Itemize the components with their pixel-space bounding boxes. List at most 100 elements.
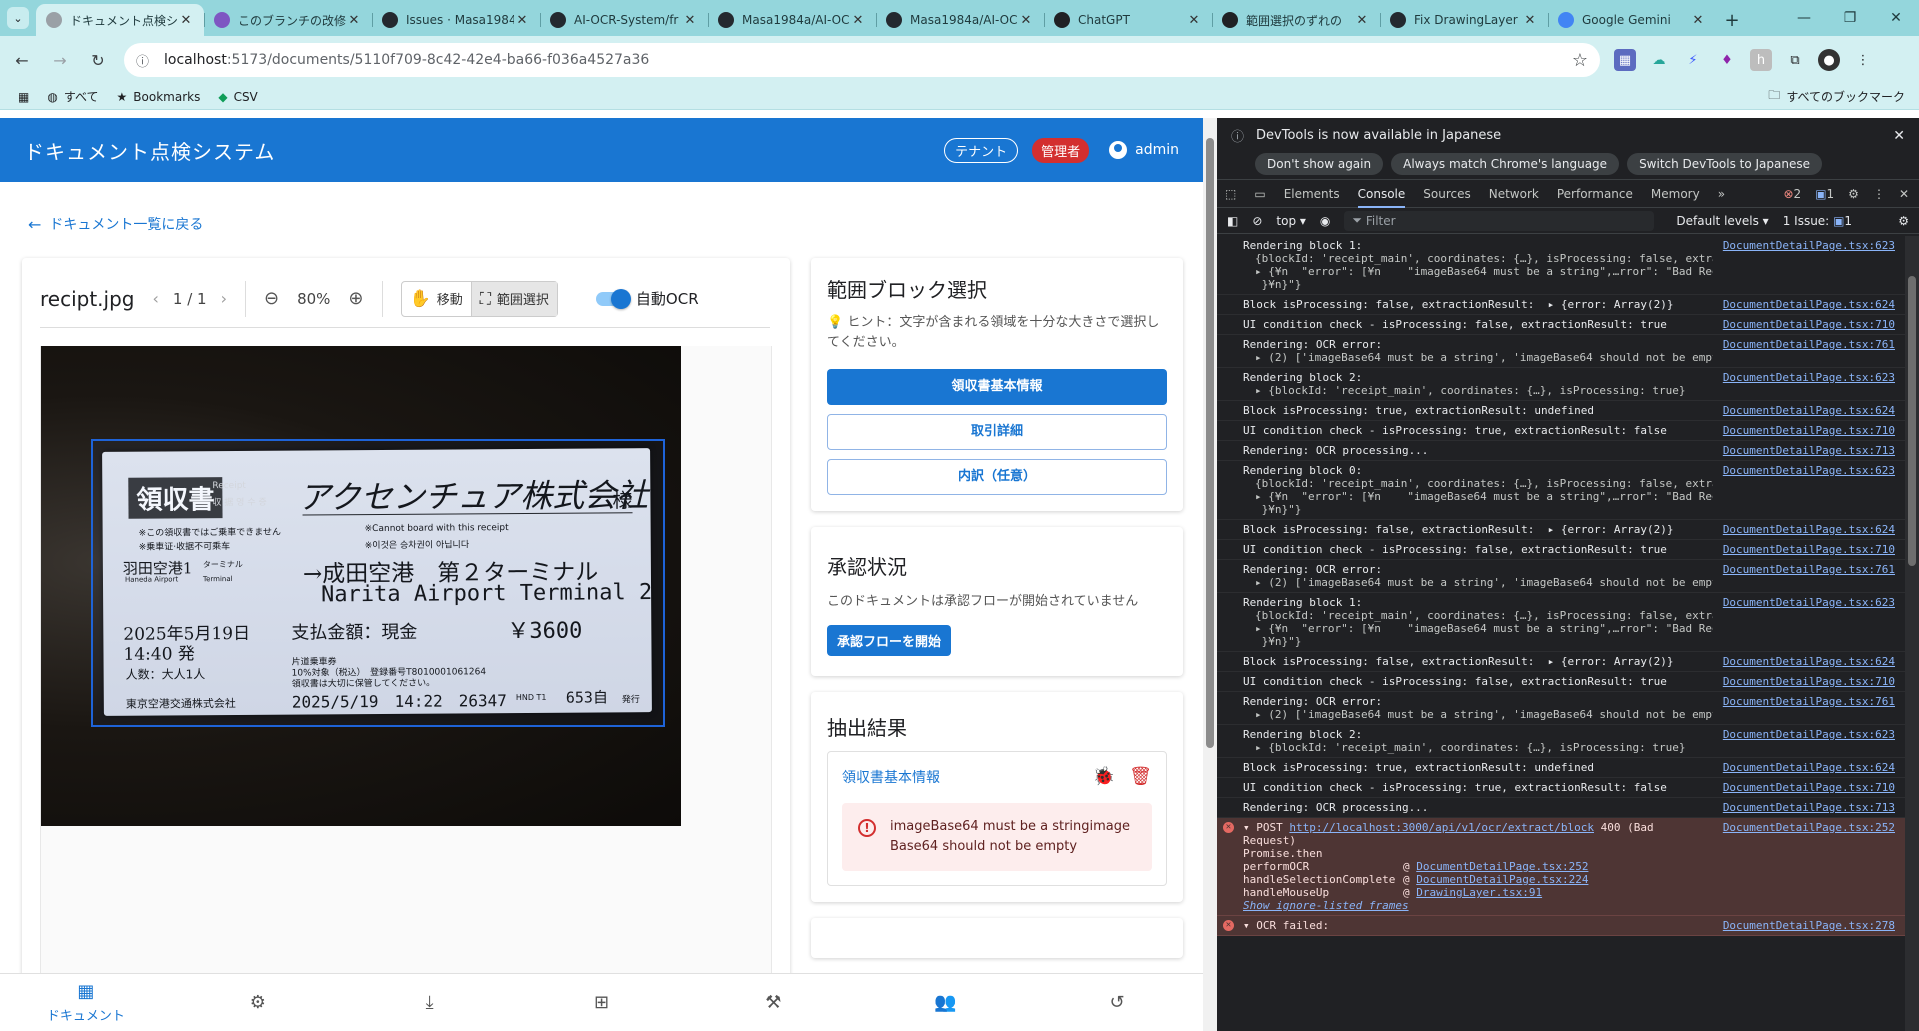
console-message[interactable]: Rendering block 2: ▸ {blockId: 'receipt_m… xyxy=(1217,725,1905,758)
close-tab-icon[interactable]: ✕ xyxy=(346,13,362,28)
error-counter[interactable]: ⊗2 xyxy=(1783,187,1801,201)
browser-tab[interactable]: ドキュメント点検シス✕ xyxy=(36,4,204,36)
request-url[interactable]: http://localhost:3000/api/v1/ocr/extract… xyxy=(1289,821,1594,834)
block-transaction-button[interactable]: 取引詳細 xyxy=(827,414,1167,450)
console-object-preview[interactable]: }¥n}"} xyxy=(1243,503,1713,516)
document-canvas[interactable]: 領収書 Receipt 収 据 영 수 증 アクセンチュア株式会社 様 ※この領… xyxy=(40,346,772,1031)
stack-location[interactable]: DocumentDetailPage.tsx:224 xyxy=(1416,873,1588,886)
console-message[interactable]: Rendering: OCR processing... DocumentDeta… xyxy=(1217,441,1905,461)
console-message[interactable]: Rendering: OCR error: ▸ (2) ['imageBase64… xyxy=(1217,335,1905,368)
close-tab-icon[interactable]: ✕ xyxy=(1354,13,1370,28)
close-tab-icon[interactable]: ✕ xyxy=(514,13,530,28)
browser-tab[interactable]: ChatGPT ✕ xyxy=(1044,4,1212,36)
bug-icon[interactable]: 🐞 xyxy=(1093,766,1115,787)
zoom-in-icon[interactable]: ⊕ xyxy=(348,288,363,309)
new-tab-button[interactable]: + xyxy=(1716,4,1748,36)
block-basic-info-button[interactable]: 領収書基本情報 xyxy=(827,369,1167,405)
console-message[interactable]: Rendering block 1: {blockId: 'receipt_mai… xyxy=(1217,236,1905,295)
browser-tab[interactable]: Masa1984a/AI-OC ✕ xyxy=(876,4,1044,36)
console-error-ocr[interactable]: ✕ ▾ OCR failed: DocumentDetailPage.tsx:278 xyxy=(1217,916,1905,936)
browser-tab[interactable]: Masa1984a/AI-OC ✕ xyxy=(708,4,876,36)
source-link[interactable]: DocumentDetailPage.tsx:623 xyxy=(1723,371,1895,397)
browser-tab[interactable]: Fix DrawingLayer ✕ xyxy=(1380,4,1548,36)
console-message[interactable]: UI condition check - isProcessing: true,… xyxy=(1217,778,1905,798)
browser-tab[interactable]: Google Gemini ✕ xyxy=(1548,4,1716,36)
delete-icon[interactable]: 🗑 xyxy=(1129,766,1152,787)
more-tabs-icon[interactable]: » xyxy=(1718,187,1725,201)
result-block-label[interactable]: 領収書基本情報 xyxy=(842,767,940,787)
console-object-preview[interactable]: ▸ {blockId: 'receipt_main', coordinates:… xyxy=(1243,384,1713,397)
console-message[interactable]: UI condition check - isProcessing: true,… xyxy=(1217,421,1905,441)
start-approval-button[interactable]: 承認フローを開始 xyxy=(827,625,952,656)
block-breakdown-button[interactable]: 内訳（任意） xyxy=(827,459,1167,495)
nav-documents[interactable]: ▦ ドキュメント xyxy=(0,974,172,1031)
close-tab-icon[interactable]: ✕ xyxy=(1018,13,1034,28)
close-tab-icon[interactable]: ✕ xyxy=(682,13,698,28)
bookmark-all[interactable]: ◍ すべて xyxy=(47,88,98,105)
console-object-preview[interactable]: ▸ {¥n "error": [¥n "imageBase64 must be … xyxy=(1243,265,1713,278)
extension-icon[interactable]: ☁ xyxy=(1648,49,1670,71)
console-object-preview[interactable]: ▸ (2) ['imageBase64 must be a string', '… xyxy=(1243,576,1713,589)
source-link[interactable]: DocumentDetailPage.tsx:278 xyxy=(1723,919,1895,932)
console-object-preview[interactable]: ▸ {¥n "error": [¥n "imageBase64 must be … xyxy=(1243,622,1713,635)
console-object-preview[interactable]: {blockId: 'receipt_main', coordinates: {… xyxy=(1243,477,1713,490)
tab-search-button[interactable]: ⌄ xyxy=(0,0,36,36)
clear-console-icon[interactable]: ⊘ xyxy=(1252,214,1262,228)
console-object-preview[interactable]: ▸ {¥n "error": [¥n "imageBase64 must be … xyxy=(1243,490,1713,503)
browser-tab[interactable]: このブランチの改修で✕ xyxy=(204,4,372,36)
tab-performance[interactable]: Performance xyxy=(1557,187,1633,201)
bookmark-star-icon[interactable]: ☆ xyxy=(1572,50,1588,71)
device-toolbar-icon[interactable]: ▭ xyxy=(1254,187,1265,201)
console-message[interactable]: Rendering: OCR error: ▸ (2) ['imageBase64… xyxy=(1217,560,1905,593)
console-message[interactable]: UI condition check - isProcessing: false… xyxy=(1217,540,1905,560)
tab-memory[interactable]: Memory xyxy=(1651,187,1700,201)
tab-sources[interactable]: Sources xyxy=(1423,187,1470,201)
settings-icon[interactable]: ⚙ xyxy=(1848,187,1859,201)
nav-tools[interactable]: ⚒ xyxy=(687,974,859,1031)
source-link[interactable]: DocumentDetailPage.tsx:623 xyxy=(1723,239,1895,291)
minimize-icon[interactable]: — xyxy=(1781,10,1827,26)
profile-avatar[interactable]: ● xyxy=(1818,49,1840,71)
source-link[interactable]: DocumentDetailPage.tsx:710 xyxy=(1723,318,1895,331)
source-link[interactable]: DocumentDetailPage.tsx:761 xyxy=(1723,695,1895,721)
source-link[interactable]: DocumentDetailPage.tsx:624 xyxy=(1723,655,1895,668)
auto-ocr-switch[interactable] xyxy=(595,288,631,309)
console-object-preview[interactable]: ▸ (2) ['imageBase64 must be a string', '… xyxy=(1243,708,1713,721)
bookmark-csv[interactable]: ◆ CSV xyxy=(218,90,257,104)
source-link[interactable]: DocumentDetailPage.tsx:710 xyxy=(1723,781,1895,794)
message-counter[interactable]: ▣1 xyxy=(1815,187,1834,201)
browser-tab[interactable]: 範囲選択のずれの ✕ xyxy=(1212,4,1380,36)
console-message[interactable]: Block isProcessing: false, extractionRes… xyxy=(1217,520,1905,540)
console-object-preview[interactable]: ▸ {blockId: 'receipt_main', coordinates:… xyxy=(1243,741,1713,754)
console-object-preview[interactable]: }¥n}"} xyxy=(1243,635,1713,648)
console-message[interactable]: UI condition check - isProcessing: false… xyxy=(1217,315,1905,335)
console-object-preview[interactable]: }¥n}"} xyxy=(1243,278,1713,291)
console-object-preview[interactable]: {blockId: 'receipt_main', coordinates: {… xyxy=(1243,609,1713,622)
source-link[interactable]: DocumentDetailPage.tsx:710 xyxy=(1723,675,1895,688)
back-icon[interactable]: ← xyxy=(6,44,38,76)
nav-settings[interactable]: ⚙ xyxy=(172,974,344,1031)
move-mode-button[interactable]: ✋ 移動 xyxy=(402,282,471,316)
tenant-chip[interactable]: テナント xyxy=(944,137,1019,163)
source-link[interactable]: DocumentDetailPage.tsx:624 xyxy=(1723,761,1895,774)
source-link[interactable]: DocumentDetailPage.tsx:624 xyxy=(1723,523,1895,536)
source-link[interactable]: DocumentDetailPage.tsx:713 xyxy=(1723,444,1895,457)
apps-icon[interactable]: ▦ xyxy=(18,90,29,104)
console-object-preview[interactable]: ▸ (2) ['imageBase64 must be a string', '… xyxy=(1243,351,1713,364)
console-message[interactable]: Rendering: OCR error: ▸ (2) ['imageBase64… xyxy=(1217,692,1905,725)
inspect-icon[interactable]: ⬚ xyxy=(1225,187,1236,201)
close-icon[interactable]: ✕ xyxy=(1873,10,1919,26)
filter-input[interactable]: ⏷ Filter xyxy=(1344,210,1655,231)
console-message[interactable]: Rendering: OCR processing... DocumentDeta… xyxy=(1217,798,1905,818)
console-message[interactable]: Rendering block 2: ▸ {blockId: 'receipt_m… xyxy=(1217,368,1905,401)
nav-download[interactable]: ⤓ xyxy=(344,974,516,1031)
close-tab-icon[interactable]: ✕ xyxy=(1690,13,1706,28)
reload-icon[interactable]: ↻ xyxy=(82,44,114,76)
source-link[interactable]: DocumentDetailPage.tsx:252 xyxy=(1723,821,1895,912)
scrollbar-thumb[interactable] xyxy=(1206,138,1214,748)
source-link[interactable]: DocumentDetailPage.tsx:623 xyxy=(1723,464,1895,516)
console-settings-icon[interactable]: ⚙ xyxy=(1898,214,1909,228)
source-link[interactable]: DocumentDetailPage.tsx:710 xyxy=(1723,424,1895,437)
extension-icon[interactable]: ♦ xyxy=(1716,49,1738,71)
browser-tab[interactable]: AI-OCR-System/fr ✕ xyxy=(540,4,708,36)
